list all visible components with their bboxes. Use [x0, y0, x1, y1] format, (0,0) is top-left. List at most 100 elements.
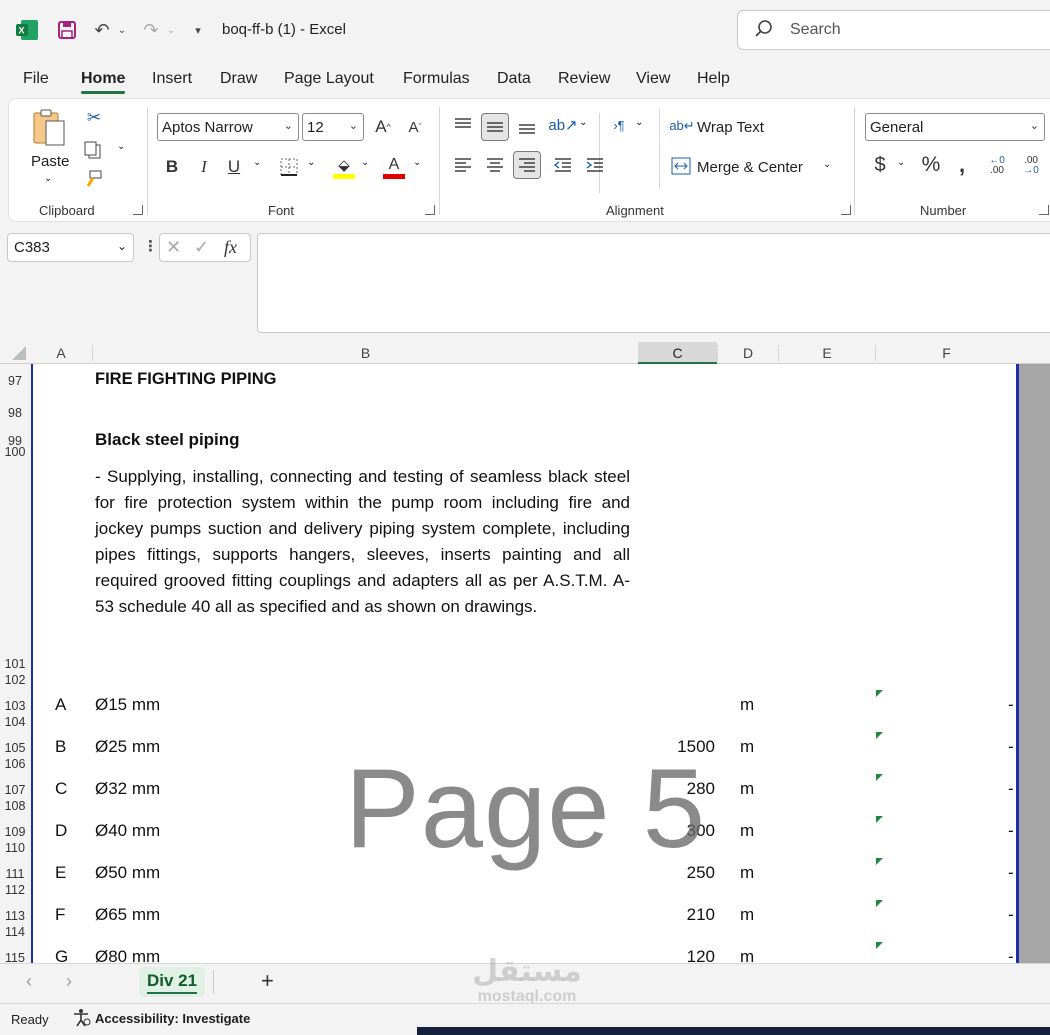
formula-input[interactable]	[257, 233, 1050, 333]
row-header[interactable]: 108	[0, 799, 30, 813]
comma-style-icon[interactable]: ,	[953, 152, 971, 177]
underline-icon[interactable]: U	[223, 155, 245, 179]
underline-dropdown-icon[interactable]: ⌄	[253, 157, 261, 168]
row-header[interactable]: 104	[0, 715, 30, 729]
tab-formulas[interactable]: Formulas	[403, 70, 470, 88]
align-middle-icon[interactable]	[481, 113, 509, 141]
tab-review[interactable]: Review	[558, 70, 610, 88]
row-header[interactable]: 113	[0, 909, 30, 923]
clipboard-launcher-icon[interactable]	[133, 205, 143, 215]
increase-font-size-icon[interactable]: A ^	[371, 115, 395, 139]
text-direction-icon[interactable]: ›¶	[607, 113, 631, 137]
font-launcher-icon[interactable]	[425, 205, 435, 215]
align-bottom-icon[interactable]	[515, 115, 539, 139]
column-header-f[interactable]: F	[875, 345, 1017, 361]
save-icon[interactable]	[55, 17, 79, 43]
currency-dropdown-icon[interactable]: ⌄	[897, 157, 905, 168]
name-box[interactable]: C383 ⌄	[7, 233, 134, 262]
font-color-dropdown-icon[interactable]: ⌄	[413, 157, 421, 168]
row-header[interactable]: 112	[0, 883, 30, 897]
font-color-icon[interactable]: A	[381, 153, 407, 181]
row-header[interactable]: 111	[0, 867, 30, 881]
cancel-icon[interactable]: ✕	[166, 237, 181, 258]
insert-function-icon[interactable]: fx	[224, 237, 237, 258]
column-header-e[interactable]: E	[778, 345, 875, 361]
tab-draw[interactable]: Draw	[220, 70, 257, 88]
tab-view[interactable]: View	[636, 70, 670, 88]
error-indicator-icon[interactable]	[876, 690, 883, 697]
decrease-indent-icon[interactable]	[551, 153, 575, 177]
row-header[interactable]: 101	[0, 657, 30, 671]
error-indicator-icon[interactable]	[876, 732, 883, 739]
error-indicator-icon[interactable]	[876, 900, 883, 907]
row-header[interactable]: 102	[0, 673, 30, 687]
sheet-tab-div-21[interactable]: Div 21	[139, 967, 205, 997]
align-center-icon[interactable]	[483, 153, 507, 177]
paste-label[interactable]: Paste	[31, 153, 69, 170]
font-size-combo[interactable]: 12 ⌄	[302, 113, 364, 141]
percent-icon[interactable]: %	[919, 153, 943, 177]
italic-icon[interactable]: I	[193, 155, 215, 179]
decrease-font-size-icon[interactable]: Aˇ	[403, 115, 427, 139]
tab-page-layout[interactable]: Page Layout	[284, 70, 374, 88]
merge-center-dropdown-icon[interactable]: ⌄	[823, 159, 831, 170]
wrap-text-icon[interactable]: ab↵	[669, 115, 694, 137]
merge-center-button[interactable]: Merge & Center	[697, 159, 803, 176]
column-header-b[interactable]: B	[92, 345, 638, 361]
cut-icon[interactable]: ✂	[83, 107, 105, 129]
borders-icon[interactable]	[277, 155, 301, 179]
fill-color-icon[interactable]: ⬙	[331, 153, 357, 181]
error-indicator-icon[interactable]	[876, 774, 883, 781]
scroll-right-icon[interactable]: ›	[66, 971, 72, 992]
borders-dropdown-icon[interactable]: ⌄	[307, 157, 315, 168]
search-input[interactable]: Search	[737, 10, 1050, 50]
redo-icon[interactable]: ↷	[139, 17, 163, 43]
orientation-icon[interactable]: ab↗	[548, 113, 577, 137]
undo-dropdown-icon[interactable]: ⌄	[116, 17, 128, 43]
tab-help[interactable]: Help	[697, 70, 730, 88]
increase-indent-icon[interactable]	[583, 153, 607, 177]
align-left-icon[interactable]	[451, 153, 475, 177]
tab-file[interactable]: File	[23, 70, 49, 88]
column-header-c[interactable]: C	[638, 342, 717, 364]
row-header[interactable]: 100	[0, 445, 30, 459]
paste-dropdown-icon[interactable]: ⌄	[44, 173, 52, 184]
row-header[interactable]: 109	[0, 825, 30, 839]
merge-center-icon[interactable]	[669, 155, 693, 177]
align-top-icon[interactable]	[451, 113, 475, 137]
copy-dropdown-icon[interactable]: ⌄	[117, 141, 125, 152]
font-name-combo[interactable]: Aptos Narrow ⌄	[157, 113, 299, 141]
select-all-corner[interactable]	[0, 342, 30, 364]
column-header-d[interactable]: D	[717, 345, 778, 361]
error-indicator-icon[interactable]	[876, 858, 883, 865]
error-indicator-icon[interactable]	[876, 816, 883, 823]
tab-insert[interactable]: Insert	[152, 70, 192, 88]
text-direction-dropdown-icon[interactable]: ⌄	[635, 117, 643, 128]
number-format-combo[interactable]: General ⌄	[865, 113, 1045, 141]
add-sheet-icon[interactable]: +	[261, 968, 274, 994]
error-indicator-icon[interactable]	[876, 942, 883, 949]
column-header-a[interactable]: A	[32, 345, 90, 361]
row-header[interactable]: 103	[0, 699, 30, 713]
row-header[interactable]: 98	[0, 406, 30, 420]
enter-icon[interactable]: ✓	[194, 237, 209, 258]
customize-qat-icon[interactable]: ▾	[190, 17, 206, 43]
section-heading[interactable]: FIRE FIGHTING PIPING	[95, 370, 277, 389]
row-header[interactable]: 106	[0, 757, 30, 771]
item-description[interactable]: - Supplying, installing, connecting and …	[95, 464, 630, 620]
redo-dropdown-icon[interactable]: ⌄	[165, 17, 177, 43]
number-launcher-icon[interactable]	[1039, 205, 1049, 215]
row-header[interactable]: 115	[0, 951, 30, 963]
format-painter-icon[interactable]	[81, 169, 105, 191]
currency-icon[interactable]: $	[869, 153, 891, 177]
align-right-icon[interactable]	[513, 151, 541, 179]
alignment-launcher-icon[interactable]	[841, 205, 851, 215]
scroll-left-icon[interactable]: ‹	[26, 971, 32, 992]
tab-data[interactable]: Data	[497, 70, 531, 88]
increase-decimal-icon[interactable]: ←0.00	[983, 153, 1011, 179]
row-header[interactable]: 97	[0, 374, 30, 388]
row-header[interactable]: 110	[0, 841, 30, 855]
copy-icon[interactable]	[81, 139, 105, 161]
subsection-heading[interactable]: Black steel piping	[95, 430, 240, 450]
wrap-text-button[interactable]: Wrap Text	[697, 119, 764, 136]
